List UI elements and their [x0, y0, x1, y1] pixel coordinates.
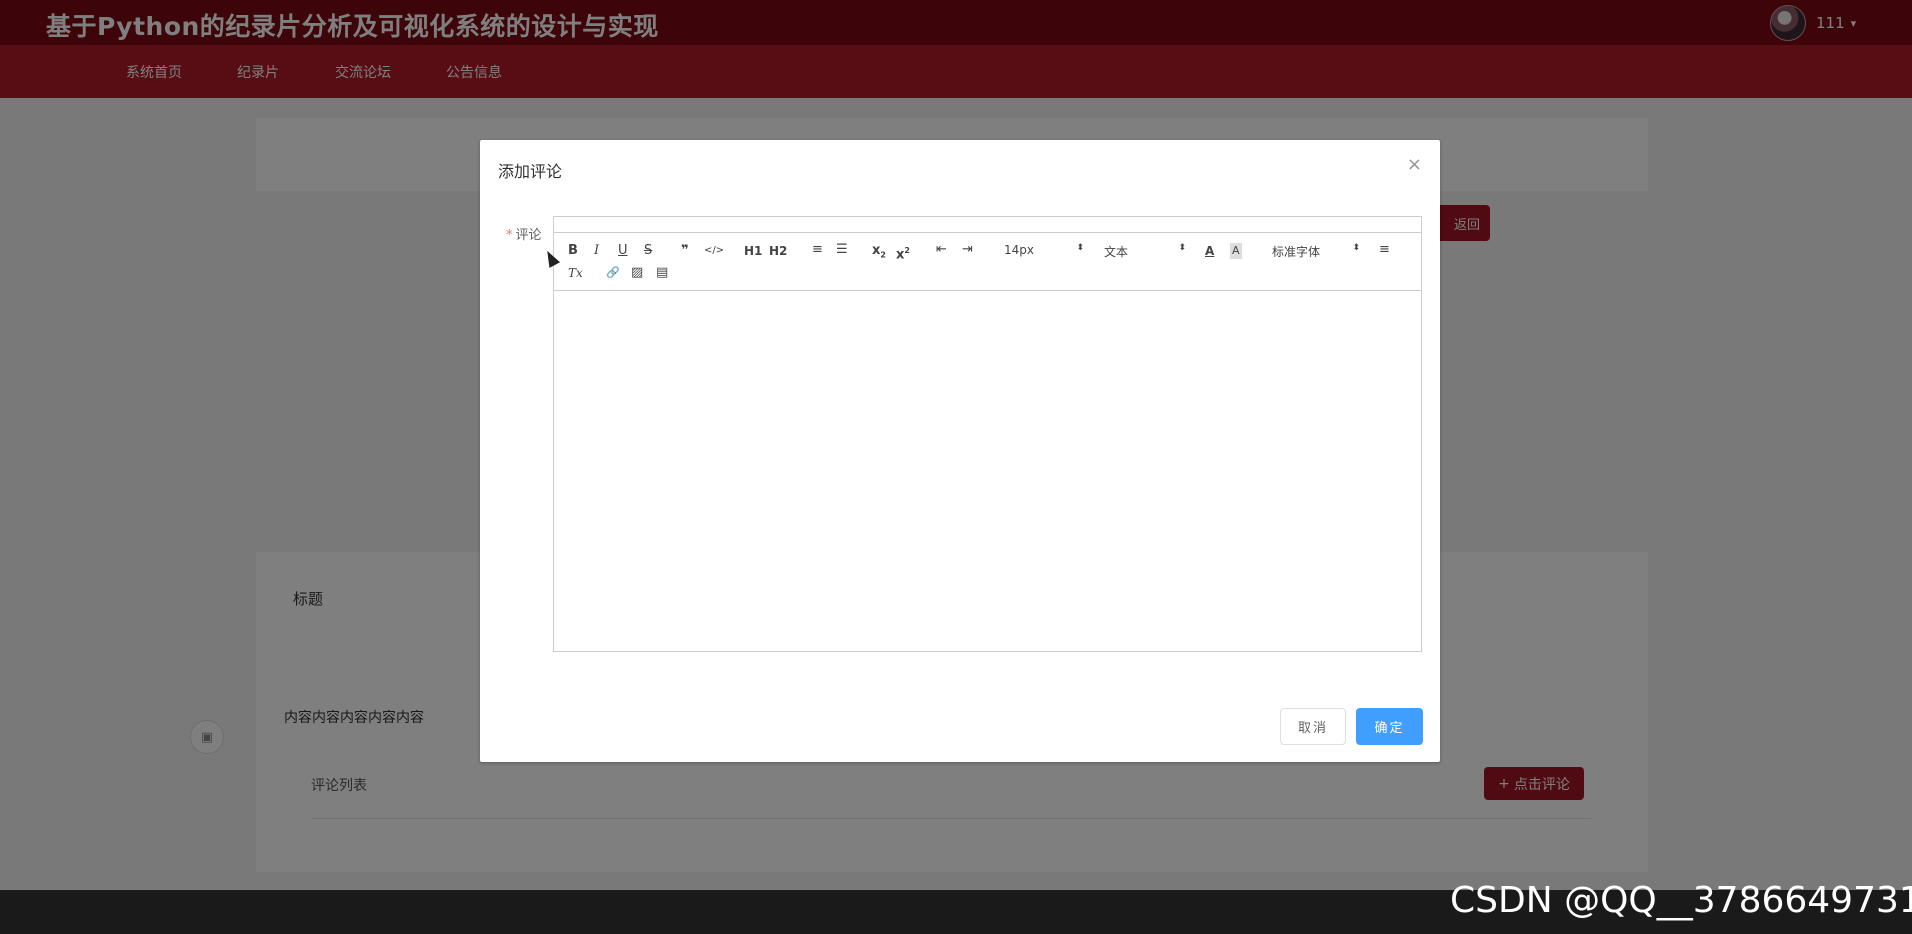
font-size-picker[interactable]: 14px ⬍ [1004, 243, 1084, 257]
cancel-button[interactable]: 取消 [1280, 708, 1346, 745]
heading2-icon[interactable]: H2 [769, 243, 787, 259]
chevron-updown-icon: ⬍ [1076, 243, 1084, 253]
header-picker[interactable]: 文本 ⬍ [1104, 243, 1186, 260]
close-icon[interactable]: × [1407, 154, 1422, 175]
ordered-list-icon[interactable]: ≡ [812, 242, 823, 258]
comment-field-label: * 评论 [506, 224, 542, 243]
add-comment-dialog: 添加评论 × * 评论 B I U S ❞ </> H1 H2 ≡ ☰ x2 x2… [480, 140, 1440, 762]
underline-icon[interactable]: U [618, 243, 628, 259]
header-value: 文本 [1104, 245, 1129, 259]
align-icon[interactable]: ≡ [1379, 242, 1390, 258]
strikethrough-icon[interactable]: S [644, 243, 652, 259]
dialog-title: 添加评论 [498, 162, 563, 181]
heading1-icon[interactable]: H1 [744, 243, 762, 259]
superscript-mark: 2 [904, 246, 910, 255]
confirm-button[interactable]: 确定 [1356, 708, 1423, 745]
font-family-value: 标准字体 [1272, 245, 1321, 259]
superscript-icon[interactable]: x2 [896, 243, 910, 263]
blockquote-icon[interactable]: ❞ [681, 243, 689, 259]
italic-icon[interactable]: I [594, 243, 599, 259]
chevron-updown-icon: ⬍ [1178, 243, 1186, 253]
text-color-icon[interactable]: A [1205, 243, 1214, 259]
watermark: CSDN @QQ__3786649731 [1450, 880, 1912, 921]
link-icon[interactable]: 🔗 [606, 265, 620, 281]
rich-text-editor: B I U S ❞ </> H1 H2 ≡ ☰ x2 x2 ⇤ ⇥ 14px ⬍… [553, 216, 1422, 652]
code-icon[interactable]: </> [704, 243, 724, 259]
required-mark: * [506, 228, 513, 243]
bold-icon[interactable]: B [568, 243, 578, 259]
chevron-updown-icon: ⬍ [1352, 243, 1360, 253]
editor-content-area[interactable] [554, 291, 1421, 651]
comment-label-text: 评论 [515, 228, 542, 243]
video-icon[interactable]: ▤ [656, 265, 668, 281]
clean-format-icon[interactable]: Tx [568, 265, 583, 281]
image-icon[interactable]: ▨ [631, 265, 643, 281]
subscript-mark: 2 [880, 250, 886, 260]
indent-increase-icon[interactable]: ⇥ [962, 242, 973, 258]
editor-top-border [554, 217, 1421, 233]
background-color-icon[interactable]: A [1230, 243, 1242, 259]
subscript-icon[interactable]: x2 [872, 243, 886, 264]
font-size-value: 14px [1004, 243, 1034, 257]
font-family-picker[interactable]: 标准字体 ⬍ [1272, 243, 1360, 260]
indent-decrease-icon[interactable]: ⇤ [936, 242, 947, 258]
bullet-list-icon[interactable]: ☰ [836, 242, 848, 258]
editor-toolbar: B I U S ❞ </> H1 H2 ≡ ☰ x2 x2 ⇤ ⇥ 14px ⬍… [554, 233, 1421, 291]
